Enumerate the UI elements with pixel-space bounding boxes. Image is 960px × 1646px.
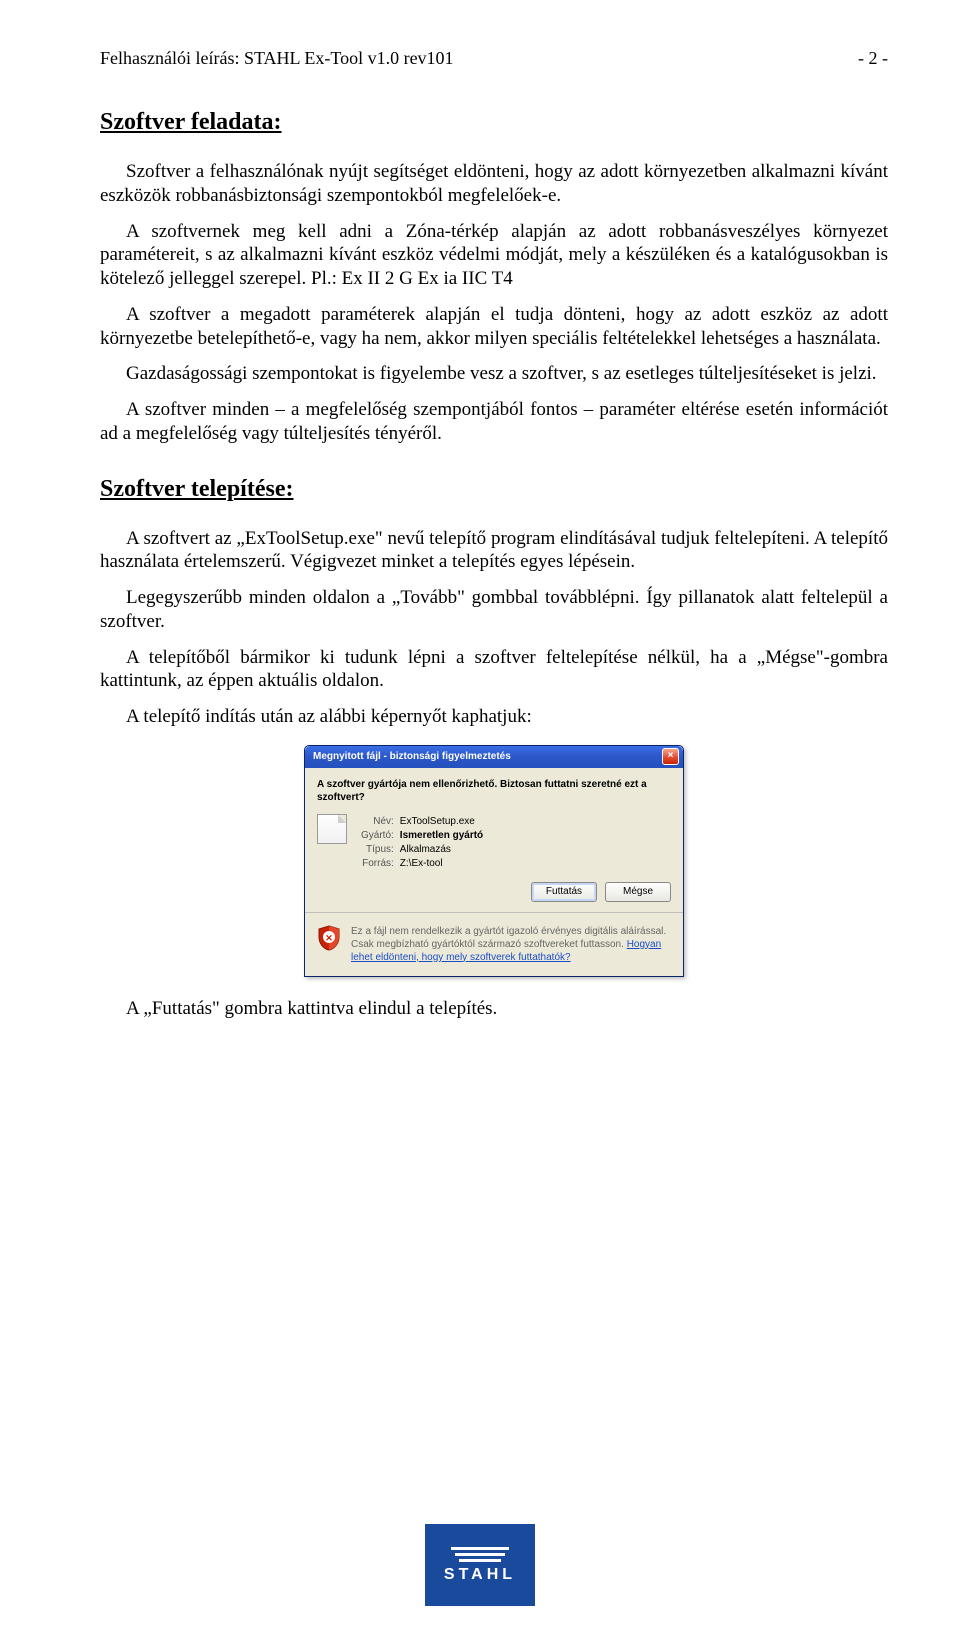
paragraph: A szoftvernek meg kell adni a Zóna-térké… bbox=[100, 220, 888, 291]
logo-text: STAHL bbox=[444, 1566, 516, 1584]
paragraph: A szoftver minden – a megfelelőség szemp… bbox=[100, 398, 888, 446]
svg-text:✕: ✕ bbox=[325, 933, 333, 943]
paragraph: A szoftvert az „ExToolSetup.exe" nevű te… bbox=[100, 527, 888, 575]
label-source: Forrás: bbox=[361, 858, 398, 870]
footer-logo: STAHL bbox=[0, 1524, 960, 1606]
document-icon bbox=[317, 814, 347, 844]
label-vendor: Gyártó: bbox=[361, 830, 398, 842]
xp-security-dialog: Megnyitott fájl - biztonsági figyelmezte… bbox=[304, 745, 684, 977]
value-source: Z:\Ex-tool bbox=[400, 858, 487, 870]
value-vendor: Ismeretlen gyártó bbox=[400, 830, 487, 842]
dialog-titlebar: Megnyitott fájl - biztonsági figyelmezte… bbox=[305, 746, 683, 768]
label-name: Név: bbox=[361, 816, 398, 828]
page-header: Felhasználói leírás: STAHL Ex-Tool v1.0 … bbox=[100, 48, 888, 69]
value-name: ExToolSetup.exe bbox=[400, 816, 487, 828]
paragraph: A telepítőből bármikor ki tudunk lépni a… bbox=[100, 646, 888, 694]
paragraph: Legegyszerűbb minden oldalon a „Tovább" … bbox=[100, 586, 888, 634]
header-page-number: - 2 - bbox=[858, 48, 888, 69]
value-type: Alkalmazás bbox=[400, 844, 487, 856]
paragraph: Gazdaságossági szempontokat is figyelemb… bbox=[100, 362, 888, 386]
paragraph: A szoftver a megadott paraméterek alapjá… bbox=[100, 303, 888, 351]
section-title-feladata: Szoftver feladata: bbox=[100, 109, 888, 136]
paragraph: A telepítő indítás után az alábbi képern… bbox=[100, 705, 888, 729]
paragraph: A „Futtatás" gombra kattintva elindul a … bbox=[100, 997, 888, 1021]
paragraph: Szoftver a felhasználónak nyújt segítség… bbox=[100, 160, 888, 208]
label-type: Típus: bbox=[361, 844, 398, 856]
dialog-title: Megnyitott fájl - biztonsági figyelmezte… bbox=[313, 751, 511, 762]
close-icon[interactable]: × bbox=[662, 748, 679, 765]
header-left: Felhasználói leírás: STAHL Ex-Tool v1.0 … bbox=[100, 48, 454, 69]
cancel-button[interactable]: Mégse bbox=[605, 882, 671, 902]
run-button[interactable]: Futtatás bbox=[531, 882, 597, 902]
dialog-warning-text: Ez a fájl nem rendelkezik a gyártót igaz… bbox=[351, 925, 671, 964]
dialog-question: A szoftver gyártója nem ellenőrizhető. B… bbox=[317, 778, 671, 804]
stahl-logo: STAHL bbox=[425, 1524, 535, 1606]
security-dialog-figure: Megnyitott fájl - biztonsági figyelmezte… bbox=[100, 745, 888, 977]
section-title-telepites: Szoftver telepítése: bbox=[100, 476, 888, 503]
shield-icon: ✕ bbox=[317, 925, 341, 951]
logo-lines-icon bbox=[451, 1547, 509, 1562]
dialog-properties: Név: ExToolSetup.exe Gyártó: Ismeretlen … bbox=[359, 814, 489, 872]
